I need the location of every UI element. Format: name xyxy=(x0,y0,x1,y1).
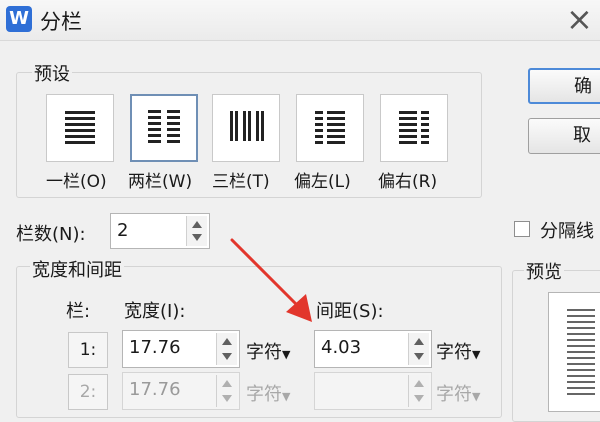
caret-down-icon: ▼ xyxy=(472,390,481,403)
ok-button[interactable]: 确 xyxy=(528,68,600,104)
caret-down-icon: ▼ xyxy=(282,348,291,361)
width-unit-label: 字符 xyxy=(246,384,282,405)
spacing-unit-dropdown-row-1[interactable]: 字符▼ xyxy=(436,338,480,364)
preset-left-label: 偏左(L) xyxy=(294,172,351,192)
caret-down-icon: ▼ xyxy=(282,390,291,403)
spinner-arrows-icon[interactable] xyxy=(408,375,429,407)
width-unit-dropdown-row-2[interactable]: 字符▼ xyxy=(246,380,290,406)
preset-right-label: 偏右(R) xyxy=(378,172,438,192)
spacing-value-row-1: 4.03 xyxy=(321,337,362,358)
separator-checkbox[interactable] xyxy=(514,221,530,237)
spacing-unit-dropdown-row-2[interactable]: 字符▼ xyxy=(436,380,480,406)
wps-app-icon: W xyxy=(6,6,32,32)
presets-group-title: 预设 xyxy=(32,60,72,86)
preset-three-columns-label: 三栏(T) xyxy=(212,172,270,192)
separator-label: 分隔线 xyxy=(540,221,594,242)
spinner-arrows-icon[interactable] xyxy=(216,375,237,407)
left-layout-icon xyxy=(315,111,345,144)
spacing-header: 间距(S): xyxy=(316,301,384,322)
spinner-arrows-icon[interactable] xyxy=(408,333,429,365)
row-index-2: 2: xyxy=(68,374,108,410)
spacing-unit-label: 字符 xyxy=(436,342,472,363)
width-unit-dropdown-row-1[interactable]: 字符▼ xyxy=(246,338,290,364)
spinner-arrows-icon[interactable] xyxy=(186,216,207,246)
width-spacing-title: 宽度和间距 xyxy=(30,256,124,282)
width-value-row-2: 17.76 xyxy=(129,379,181,400)
preset-three-columns-button[interactable] xyxy=(212,94,280,162)
width-input-row-2[interactable]: 17.76 xyxy=(122,372,240,410)
one-column-icon xyxy=(65,111,95,144)
right-layout-icon xyxy=(399,111,429,144)
dialog-title: 分栏 xyxy=(40,10,82,34)
spacing-input-row-1[interactable]: 4.03 xyxy=(314,330,432,368)
cancel-button[interactable]: 取 xyxy=(528,118,600,154)
two-columns-icon xyxy=(148,110,180,143)
column-count-value: 2 xyxy=(117,220,129,241)
width-header: 宽度(I): xyxy=(124,301,186,322)
column-header: 栏: xyxy=(66,301,91,322)
preview-title: 预览 xyxy=(524,258,564,284)
preset-one-column-label: 一栏(O) xyxy=(46,172,107,192)
preview-pane xyxy=(548,292,600,412)
preset-two-columns-button[interactable] xyxy=(130,94,198,162)
spacing-unit-label: 字符 xyxy=(436,384,472,405)
close-icon[interactable]: × xyxy=(566,2,593,36)
preset-two-columns-label: 两栏(W) xyxy=(128,172,193,192)
title-bar: W 分栏 × xyxy=(0,0,600,41)
preset-one-column-button[interactable] xyxy=(46,94,114,162)
preview-lines-icon xyxy=(567,309,595,395)
three-columns-icon xyxy=(230,111,264,141)
width-value-row-1: 17.76 xyxy=(129,337,181,358)
spinner-arrows-icon[interactable] xyxy=(216,333,237,365)
column-count-label: 栏数(N): xyxy=(16,224,86,245)
width-unit-label: 字符 xyxy=(246,342,282,363)
preset-right-button[interactable] xyxy=(380,94,448,162)
column-count-spinner[interactable]: 2 xyxy=(110,213,210,249)
caret-down-icon: ▼ xyxy=(472,348,481,361)
spacing-input-row-2[interactable] xyxy=(314,372,432,410)
preset-left-button[interactable] xyxy=(296,94,364,162)
width-input-row-1[interactable]: 17.76 xyxy=(122,330,240,368)
row-index-1: 1: xyxy=(68,332,108,368)
